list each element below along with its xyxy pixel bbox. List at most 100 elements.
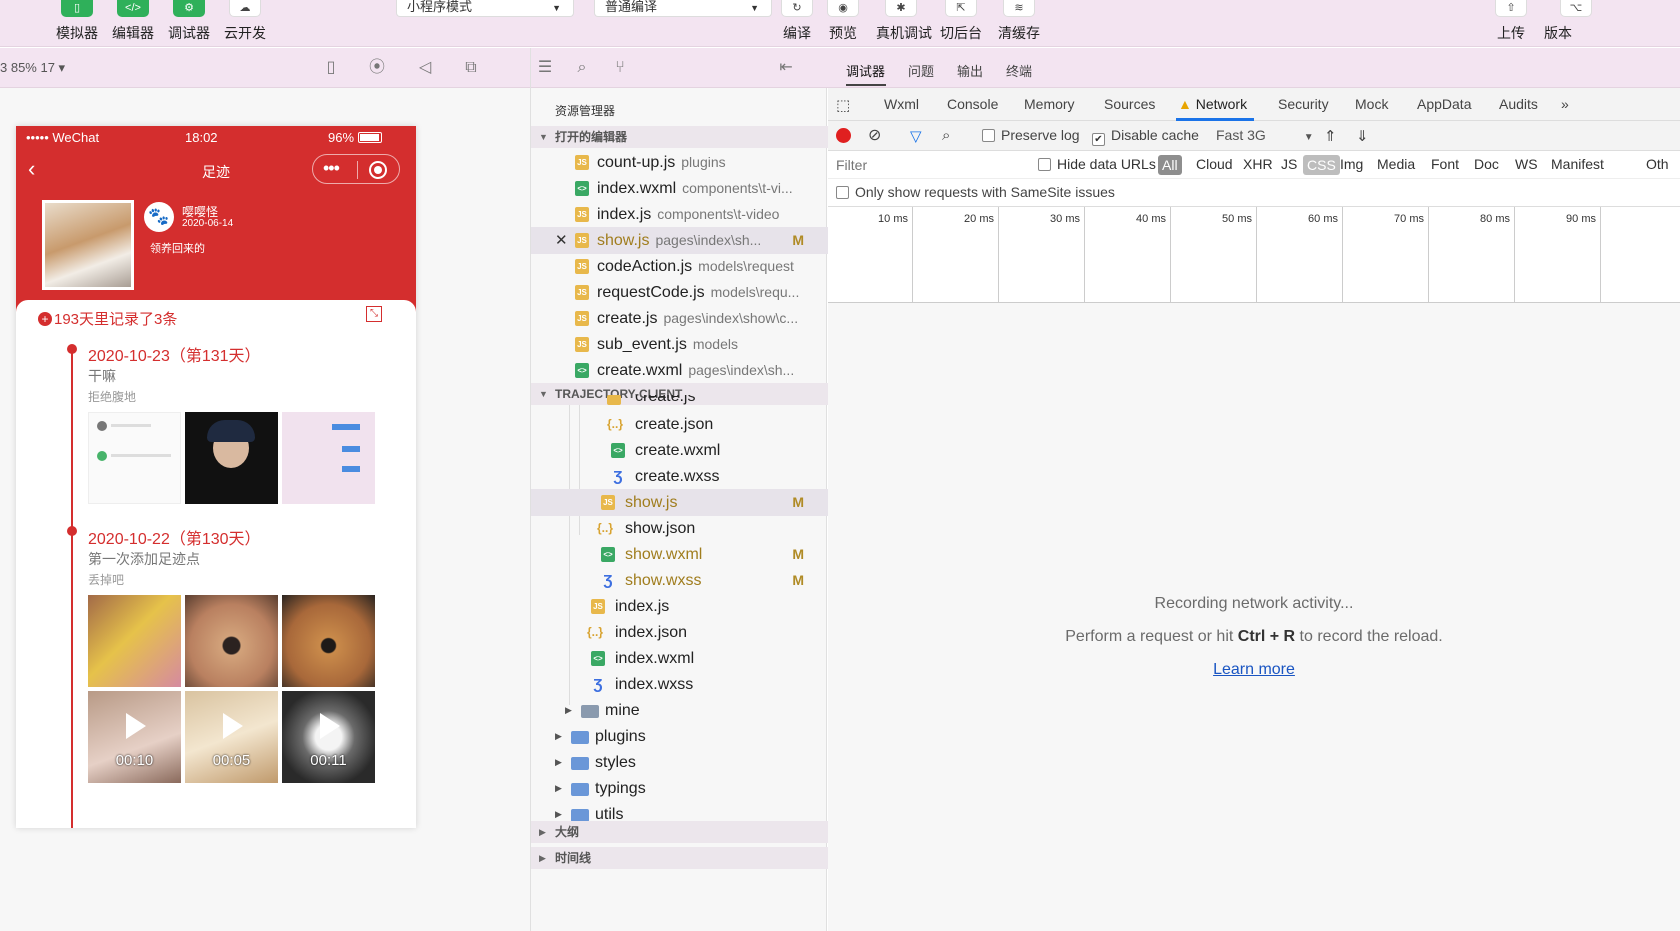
filter-manifest[interactable]: Manifest	[1551, 156, 1604, 172]
filter-input[interactable]	[832, 154, 1032, 176]
filter-all[interactable]: All	[1158, 155, 1182, 175]
simulator-button[interactable]: ▯ 模拟器	[52, 0, 102, 44]
entry-video-3[interactable]: 00:11	[282, 691, 375, 783]
plus-icon[interactable]: +	[38, 312, 52, 326]
record-icon[interactable]: ⦿	[366, 57, 388, 79]
tab-sources[interactable]: Sources	[1104, 96, 1155, 112]
open-editor-item-active[interactable]: ✕ JS show.js pages\index\sh... M	[531, 227, 828, 254]
tree-item[interactable]: create.js	[531, 395, 828, 411]
background-button[interactable]: ⇱ 切后台	[936, 0, 986, 44]
version-button[interactable]: ⌥ 版本	[1538, 0, 1598, 44]
record-button[interactable]	[836, 128, 851, 143]
filter-icon[interactable]: ▽	[910, 127, 922, 145]
compile-button[interactable]: ↻ 编译	[772, 0, 822, 44]
open-editors-header[interactable]: ▼ 打开的编辑器	[531, 126, 828, 148]
entry-image-dog3[interactable]	[282, 595, 375, 687]
samesite-checkbox[interactable]: Only show requests with SameSite issues	[836, 184, 1115, 200]
play-icon[interactable]	[223, 713, 243, 739]
open-editor-item[interactable]: JS create.js pages\index\show\c...	[531, 305, 828, 332]
debugger-button[interactable]: ⚙ 调试器	[164, 0, 214, 44]
entry-image-chat2[interactable]	[282, 412, 375, 504]
cloud-button[interactable]: ☁ 云开发	[220, 0, 270, 44]
open-editor-item[interactable]: <> index.wxml components\t-vi...	[531, 175, 828, 202]
pet-cover-image[interactable]	[42, 200, 134, 290]
list-icon[interactable]: ☰	[534, 57, 556, 79]
expand-icon[interactable]: ⤡	[366, 306, 382, 322]
filter-other[interactable]: Oth	[1646, 156, 1669, 172]
timeline-header[interactable]: ▶ 时间线	[531, 847, 828, 869]
search-icon[interactable]: ⌕	[942, 127, 950, 144]
folder-typings[interactable]: ▶ typings	[531, 775, 828, 802]
filter-js[interactable]: JS	[1281, 156, 1297, 172]
search-icon[interactable]: ⌕	[571, 57, 593, 79]
filter-cloud[interactable]: Cloud	[1196, 156, 1233, 172]
entry-image-chat[interactable]	[88, 412, 181, 504]
tree-item[interactable]: JS index.js	[531, 593, 828, 620]
device-icon[interactable]: ▯	[320, 57, 342, 79]
hide-data-urls-checkbox[interactable]: Hide data URLs	[1038, 156, 1156, 172]
open-editor-item[interactable]: JS sub_event.js models	[531, 331, 828, 358]
entry-video-1[interactable]: 00:10	[88, 691, 181, 783]
zoom-select[interactable]: 3 85% 17 ▾	[0, 60, 65, 76]
tree-item-active[interactable]: JS show.js M	[531, 489, 828, 516]
disable-cache-checkbox[interactable]: ✔ Disable cache	[1092, 127, 1199, 146]
entry-image-dog2[interactable]	[185, 595, 278, 687]
folder-mine[interactable]: ▶ mine	[531, 697, 828, 724]
compile-mode-select[interactable]: 普通编译 ▼	[594, 0, 772, 17]
window-icon[interactable]: ⧉	[460, 57, 482, 79]
mode-select[interactable]: 小程序模式 ▼	[396, 0, 574, 17]
outline-header[interactable]: ▶ 大纲	[531, 821, 828, 843]
tree-item[interactable]: <> show.wxml M	[531, 541, 828, 568]
folder-styles[interactable]: ▶ styles	[531, 749, 828, 776]
filter-ws[interactable]: WS	[1515, 156, 1538, 172]
entry-image-dog1[interactable]	[88, 595, 181, 687]
more-icon[interactable]: •••	[323, 158, 340, 179]
branch-icon[interactable]: ⑂	[609, 57, 631, 79]
tree-item[interactable]: Ʒ index.wxss	[531, 671, 828, 698]
close-icon[interactable]: ✕	[555, 227, 568, 254]
clear-cache-button[interactable]: ≋ 清缓存	[994, 0, 1044, 44]
editor-button[interactable]: </> 编辑器	[108, 0, 158, 44]
tree-item[interactable]: <> create.wxml	[531, 437, 828, 464]
tab-output[interactable]: 输出	[957, 61, 983, 80]
more-tabs-icon[interactable]: »	[1561, 96, 1569, 112]
tree-item[interactable]: {..} index.json	[531, 619, 828, 646]
filter-xhr[interactable]: XHR	[1243, 156, 1273, 172]
tab-problems[interactable]: 问题	[908, 61, 934, 80]
tab-debugger[interactable]: 调试器	[846, 61, 885, 80]
preserve-log-checkbox[interactable]: Preserve log	[982, 127, 1080, 143]
real-device-debug-button[interactable]: ✱ 真机调试	[876, 0, 932, 44]
filter-media[interactable]: Media	[1377, 156, 1415, 172]
tree-item[interactable]: Ʒ create.wxss	[531, 463, 828, 490]
filter-font[interactable]: Font	[1431, 156, 1459, 172]
collapse-panel-icon[interactable]: ⇤	[775, 57, 797, 79]
open-editor-item[interactable]: JS index.js components\t-video	[531, 201, 828, 228]
tab-memory[interactable]: Memory	[1024, 96, 1075, 112]
learn-more-link[interactable]: Learn more	[1213, 661, 1295, 678]
tab-terminal[interactable]: 终端	[1006, 61, 1032, 80]
filter-css[interactable]: CSS	[1303, 155, 1340, 175]
open-editor-item[interactable]: JS count-up.js plugins	[531, 149, 828, 176]
throttle-select[interactable]: Fast 3G ▼	[1216, 127, 1314, 143]
tab-appdata[interactable]: AppData	[1417, 96, 1471, 112]
inspect-element-icon[interactable]: ⬚	[836, 96, 850, 114]
tree-item[interactable]: Ʒ show.wxss M	[531, 567, 828, 594]
tree-item[interactable]: {..} create.json	[531, 411, 828, 438]
open-editor-item[interactable]: <> create.wxml pages\index\sh...	[531, 357, 828, 384]
import-har-icon[interactable]: ⇑	[1324, 127, 1337, 145]
tab-mock[interactable]: Mock	[1355, 96, 1388, 112]
tree-item[interactable]: <> index.wxml	[531, 645, 828, 672]
close-target-icon[interactable]	[369, 161, 387, 179]
play-icon[interactable]	[126, 713, 146, 739]
volume-icon[interactable]: ◁	[414, 57, 436, 79]
entry-video-2[interactable]: 00:05	[185, 691, 278, 783]
export-har-icon[interactable]: ⇓	[1356, 127, 1369, 145]
filter-doc[interactable]: Doc	[1474, 156, 1499, 172]
open-editor-item[interactable]: JS codeAction.js models\request	[531, 253, 828, 280]
entry-image-anime[interactable]	[185, 412, 278, 504]
preview-button[interactable]: ◉ 预览	[818, 0, 868, 44]
capsule-menu[interactable]: •••	[312, 154, 400, 184]
filter-img[interactable]: Img	[1340, 156, 1363, 172]
tab-network[interactable]: ▲ Network	[1178, 96, 1247, 112]
tree-item[interactable]: {..} show.json	[531, 515, 828, 542]
